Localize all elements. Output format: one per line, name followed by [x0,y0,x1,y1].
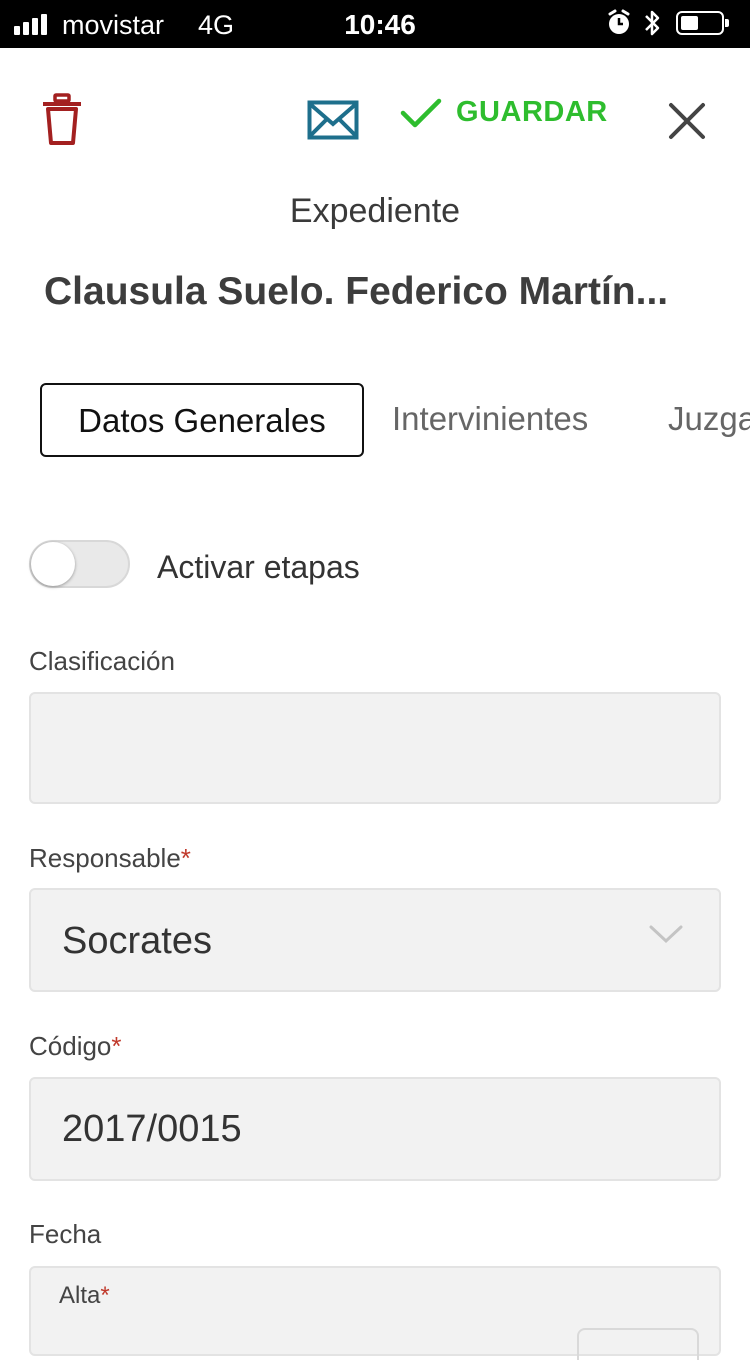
bluetooth-icon [645,10,660,36]
codigo-label: Código* [29,1031,122,1061]
email-button[interactable] [307,100,359,145]
fecha-label: Fecha [29,1219,102,1249]
trash-icon [43,93,81,145]
required-mark: * [100,1282,110,1309]
clasificacion-field[interactable] [29,692,721,804]
chevron-down-icon [649,925,683,944]
page-subtitle: Expediente [289,192,461,230]
status-bar: movistar 4G 10:46 [0,0,750,48]
clasificacion-label: Clasificación [29,646,175,676]
fecha-alta-field[interactable]: Alta* [29,1266,721,1360]
save-button[interactable]: GUARDAR [400,96,608,129]
envelope-icon [307,100,359,140]
tab-intervinientes[interactable]: Intervinientes [392,383,588,457]
page-title: Clausula Suelo. Federico Martín... [44,270,669,313]
checkmark-icon [400,98,442,127]
responsable-value: Socrates [62,920,212,962]
responsable-label: Responsable* [29,843,191,873]
delete-button[interactable] [40,93,84,152]
save-label: GUARDAR [456,96,608,128]
activar-etapas-toggle[interactable] [29,540,130,588]
required-mark: * [111,1031,122,1061]
required-mark: * [180,843,191,873]
toggle-label: Activar etapas [157,549,360,585]
alta-label: Alta* [59,1282,110,1309]
battery-icon [676,11,729,35]
close-button[interactable] [668,102,706,145]
codigo-value: 2017/0015 [62,1108,242,1150]
codigo-input[interactable]: 2017/0015 [29,1077,721,1181]
tab-juzgado[interactable]: Juzga [668,383,750,457]
toggle-knob [31,542,75,586]
close-icon [669,103,705,139]
status-time: 10:46 [344,9,416,40]
tab-datos-generales[interactable]: Datos Generales [40,383,364,457]
alarm-icon [608,9,630,34]
responsable-select[interactable]: Socrates [29,888,721,992]
